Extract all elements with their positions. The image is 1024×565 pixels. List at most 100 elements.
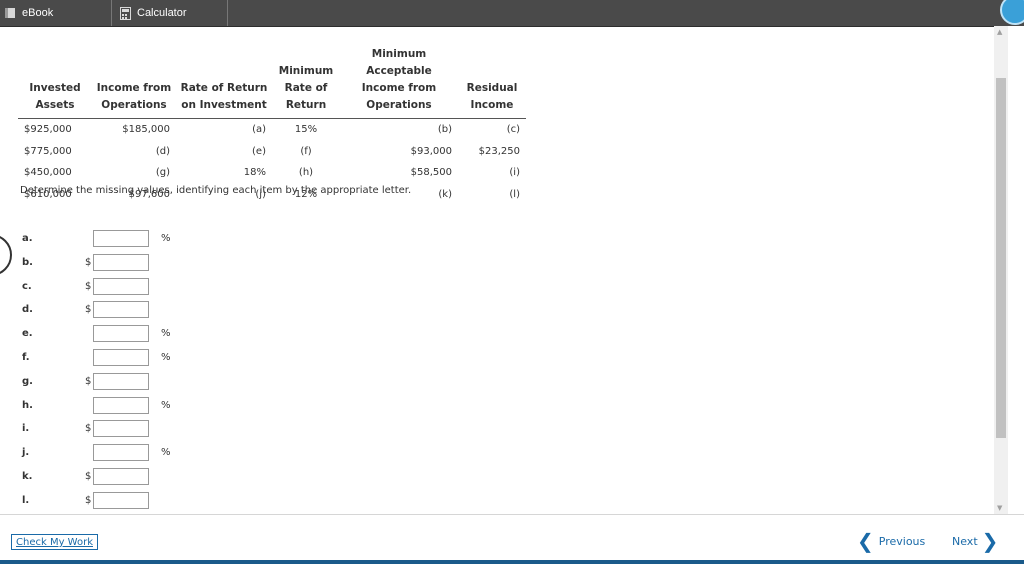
- table-row: $925,000 $185,000 (a) 15% (b) (c): [18, 119, 526, 141]
- column-header: Invested Assets: [18, 46, 92, 119]
- ebook-label: eBook: [22, 7, 54, 19]
- percent-suffix: %: [161, 233, 171, 244]
- scroll-up-icon[interactable]: ▲: [997, 28, 1002, 36]
- answer-letter: g.: [22, 375, 33, 387]
- footer-bar: Check My Work ❮ Previous Next ❯: [0, 514, 1024, 565]
- answer-letter: a.: [22, 233, 33, 244]
- instruction-text: Determine the missing values, identifyin…: [20, 185, 412, 196]
- table-cell: $23,250: [478, 145, 520, 157]
- answer-letter: i.: [22, 423, 30, 435]
- question-content: Invested Assets Income from Operations Rat…: [0, 26, 994, 514]
- table-cell: (l): [509, 188, 520, 200]
- answer-row: l. $: [0, 491, 300, 512]
- answer-input[interactable]: [93, 396, 149, 414]
- table-row: $450,000 (g) 18% (h) $58,500 (i): [18, 162, 526, 184]
- table-cell: $93,000: [410, 145, 452, 157]
- scrollbar[interactable]: ▲ ▼: [994, 26, 1008, 514]
- answer-row: e.%: [0, 325, 300, 345]
- answer-letter: c.: [22, 280, 32, 292]
- table-cell: 18%: [243, 167, 266, 179]
- table-cell: (g): [155, 167, 170, 179]
- table-cell: $58,500: [410, 167, 452, 179]
- answer-input[interactable]: [93, 325, 149, 343]
- column-header: Income from Operations: [92, 46, 176, 119]
- dollar-prefix: $: [85, 280, 92, 292]
- ebook-tab[interactable]: eBook: [0, 0, 112, 26]
- next-button[interactable]: Next ❯: [952, 530, 998, 552]
- table-cell: (i): [509, 167, 520, 179]
- answer-input[interactable]: [93, 230, 149, 247]
- table-cell: (b): [437, 124, 452, 136]
- answer-input[interactable]: [93, 468, 149, 485]
- chevron-left-icon: ❮: [857, 529, 874, 553]
- answer-letter: h.: [22, 399, 33, 411]
- answer-row: k. $: [0, 468, 300, 488]
- check-my-work-button[interactable]: Check My Work: [11, 534, 98, 550]
- top-toolbar: eBook Calculator: [0, 0, 1024, 27]
- dollar-prefix: $: [85, 423, 92, 435]
- table-cell: $450,000: [24, 167, 72, 179]
- answer-row: c. $: [0, 277, 300, 298]
- help-icon[interactable]: [1000, 0, 1024, 25]
- percent-suffix: %: [161, 399, 171, 411]
- column-header: Residual Income: [458, 46, 526, 119]
- table-cell: (c): [506, 124, 520, 136]
- dollar-prefix: $: [85, 375, 92, 387]
- table-cell: $185,000: [122, 124, 170, 136]
- answer-input[interactable]: [93, 420, 149, 438]
- dollar-prefix: $: [85, 256, 92, 268]
- table-cell: $775,000: [24, 145, 72, 157]
- percent-suffix: %: [161, 328, 171, 340]
- answer-row: f.%: [0, 349, 300, 369]
- answer-row: i. $: [0, 420, 300, 440]
- answer-row: h.%: [0, 396, 300, 417]
- answer-row: d. $: [0, 301, 300, 321]
- answer-input[interactable]: [93, 491, 149, 509]
- chevron-right-icon: ❯: [981, 529, 999, 553]
- answer-letter: k.: [22, 471, 33, 482]
- answer-row: b. $: [0, 253, 300, 274]
- dollar-prefix: $: [85, 494, 92, 506]
- table-cell: (h): [298, 167, 314, 179]
- data-table: Invested Assets Income from Operations Rat…: [18, 46, 526, 205]
- dollar-prefix: $: [85, 471, 92, 482]
- answer-row: g. $: [0, 372, 300, 393]
- column-header: Minimum Rate of Return: [272, 46, 340, 119]
- table-header-row: Invested Assets Income from Operations Rat…: [18, 46, 526, 119]
- table-cell: (f): [300, 145, 312, 157]
- answer-letter: j.: [22, 447, 30, 459]
- answer-row: a.%: [0, 230, 300, 250]
- calculator-tab[interactable]: Calculator: [112, 0, 228, 26]
- answer-letter: l.: [22, 494, 30, 506]
- table-row: $775,000 (d) (e) (f) $93,000 $23,250: [18, 141, 526, 163]
- calculator-icon: [120, 6, 131, 20]
- answer-input[interactable]: [93, 253, 149, 271]
- table-cell: (d): [155, 145, 170, 157]
- answer-letter: e.: [22, 328, 33, 340]
- percent-suffix: %: [161, 352, 171, 363]
- column-header: Minimum Acceptable Income from Operations: [340, 46, 458, 119]
- scroll-down-icon[interactable]: ▼: [997, 504, 1002, 512]
- answer-input[interactable]: [93, 349, 149, 366]
- table-cell: (e): [252, 145, 266, 157]
- calculator-label: Calculator: [137, 7, 187, 19]
- dollar-prefix: $: [85, 304, 92, 316]
- table-cell: (a): [252, 124, 266, 136]
- table-cell: 15%: [294, 124, 318, 136]
- answer-input[interactable]: [93, 372, 149, 390]
- scrollbar-thumb[interactable]: [996, 78, 1006, 438]
- answer-input[interactable]: [93, 301, 149, 319]
- previous-label: Previous: [878, 534, 926, 548]
- answer-input[interactable]: [93, 444, 149, 462]
- answer-letter: f.: [22, 352, 30, 363]
- ebook-icon: [5, 8, 15, 18]
- answer-row: j.%: [0, 444, 300, 464]
- percent-suffix: %: [161, 447, 171, 459]
- previous-button[interactable]: ❮ Previous: [857, 530, 925, 552]
- next-label: Next: [952, 534, 978, 548]
- column-header: Rate of Return on Investment: [176, 46, 272, 119]
- answer-letter: b.: [22, 256, 33, 268]
- table-cell: $925,000: [24, 124, 72, 136]
- answer-input[interactable]: [93, 277, 149, 295]
- answer-letter: d.: [22, 304, 33, 316]
